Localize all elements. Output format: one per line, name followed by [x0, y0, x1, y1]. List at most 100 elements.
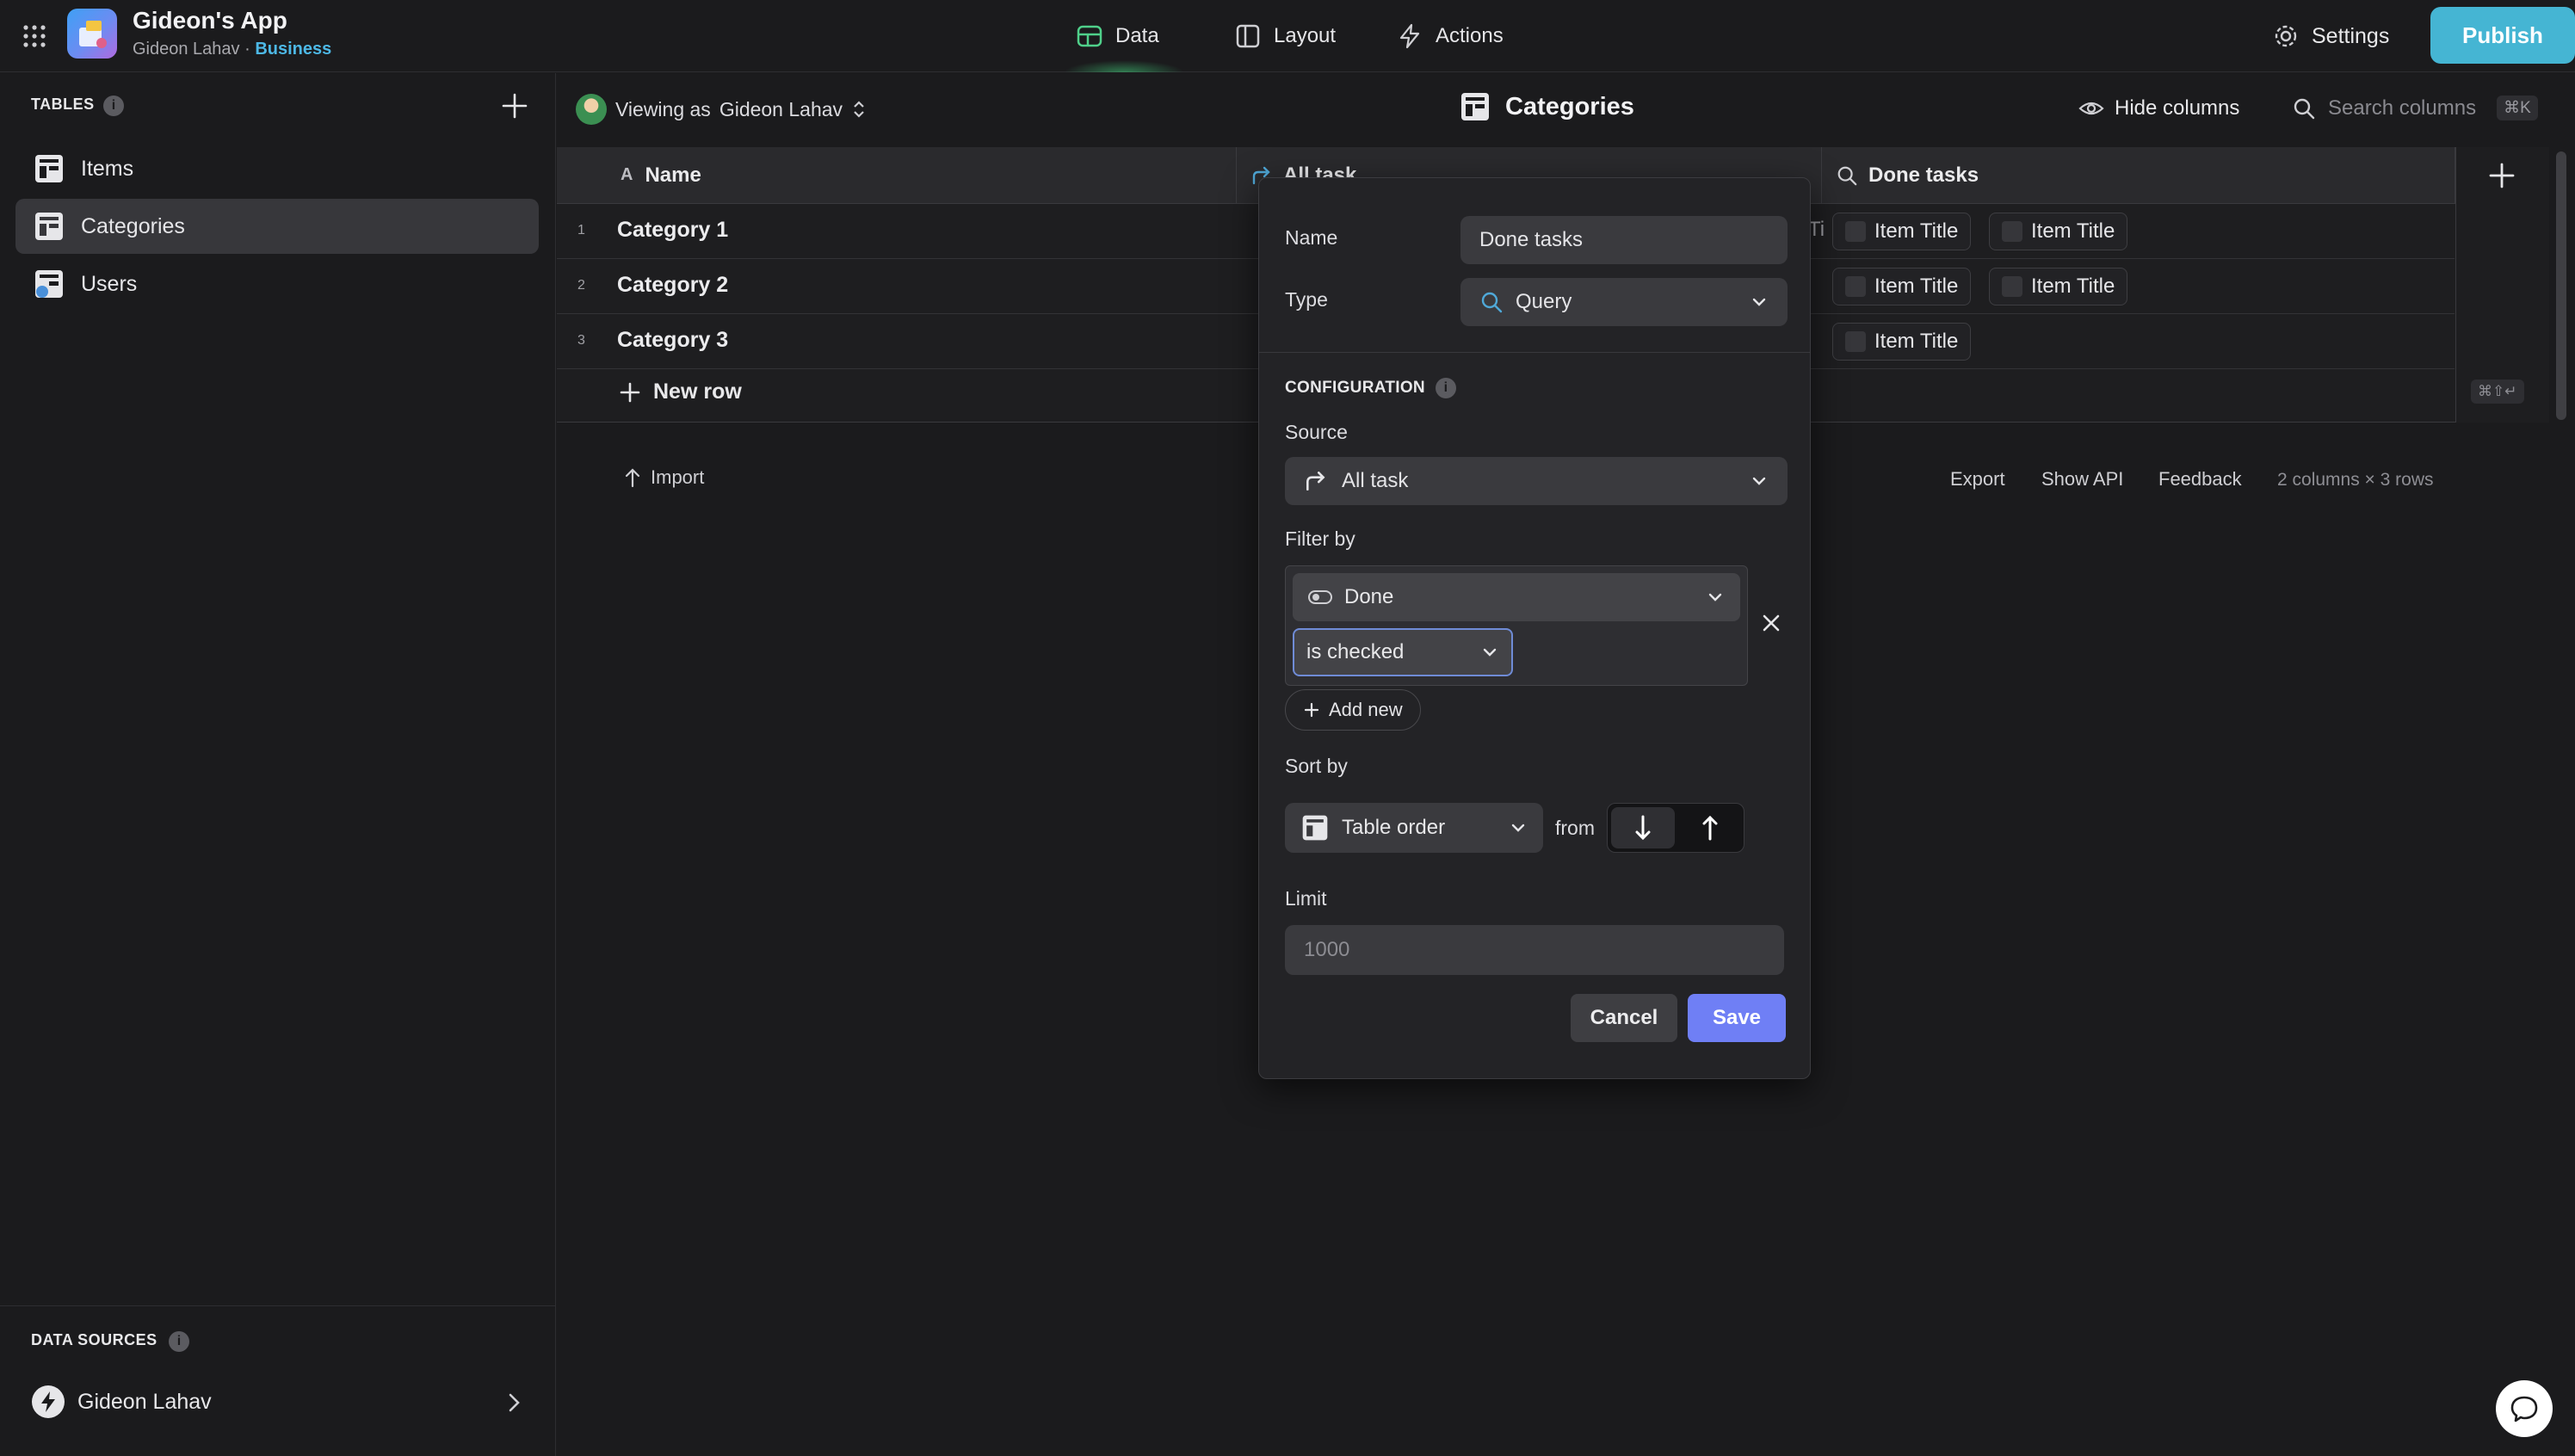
chevron-right-icon[interactable] [501, 1390, 527, 1416]
configuration-heading: CONFIGURATION i [1285, 378, 1456, 398]
tables-info-icon[interactable]: i [103, 96, 124, 116]
row-number: 1 [577, 223, 585, 238]
filter-operator-value: is checked [1306, 640, 1405, 663]
data-source-item[interactable]: Gideon Lahav [31, 1385, 212, 1419]
viewing-as-selector[interactable]: Viewing as Gideon Lahav [576, 94, 867, 125]
tab-actions[interactable]: Actions [1396, 17, 1504, 55]
app-subtitle-separator: · [244, 40, 250, 59]
search-icon [2294, 98, 2315, 119]
search-icon [1837, 166, 1857, 185]
row-name-cell[interactable]: Category 1 [617, 218, 728, 243]
sort-direction-toggle [1607, 803, 1744, 853]
app-owner: Gideon Lahav [133, 40, 240, 59]
vertical-scrollbar[interactable] [2556, 151, 2566, 420]
item-thumbnail [2002, 221, 2022, 242]
data-source-label: Gideon Lahav [77, 1389, 212, 1414]
tab-data-label: Data [1115, 24, 1159, 47]
filter-operator-select[interactable]: is checked [1293, 628, 1513, 676]
sidebar-item-users[interactable]: Users [15, 256, 539, 312]
table-icon [1077, 25, 1102, 47]
export-link[interactable]: Export [1950, 468, 2005, 490]
source-label: Source [1285, 421, 1348, 443]
show-api-link[interactable]: Show API [2041, 468, 2123, 490]
gear-icon [2275, 25, 2297, 47]
item-chip-label: Item Title [1874, 275, 1959, 298]
table-icon [1461, 93, 1489, 120]
source-select[interactable]: All task [1285, 457, 1788, 505]
settings-button[interactable]: Settings [2272, 17, 2389, 55]
sort-ascending-button[interactable] [1678, 807, 1742, 848]
toggle-icon [1308, 590, 1332, 604]
chat-support-button[interactable] [2496, 1380, 2553, 1437]
filter-field-select[interactable]: Done [1293, 573, 1740, 621]
item-chip[interactable]: Item Title [1832, 323, 1972, 361]
import-button[interactable]: Import [623, 466, 704, 489]
item-chip[interactable]: Item Title [1989, 213, 2128, 250]
column-header-name[interactable]: A Name [557, 147, 1237, 204]
column-name-value: Done tasks [1479, 228, 1584, 251]
item-chip-label: Item Title [2031, 219, 2115, 243]
new-row-button[interactable]: New row [619, 379, 742, 404]
feedback-link[interactable]: Feedback [2158, 468, 2242, 490]
users-table-icon [35, 270, 63, 298]
tab-data[interactable]: Data [1076, 17, 1159, 55]
avatar [576, 94, 607, 125]
row-number: 2 [577, 278, 585, 293]
viewing-as-user: Gideon Lahav [719, 97, 843, 120]
column-name-input[interactable]: Done tasks [1460, 216, 1788, 264]
app-grid-icon[interactable] [21, 22, 48, 50]
table-icon [35, 213, 63, 240]
chevron-updown-icon [854, 101, 864, 118]
sidebar: TABLES i Items Categories Users DATA SOU… [0, 73, 556, 1456]
sort-field-select[interactable]: Table order [1285, 803, 1543, 853]
sidebar-item-items[interactable]: Items [15, 141, 539, 196]
sort-by-label: Sort by [1285, 755, 1348, 777]
data-sources-heading: DATA SOURCES [31, 1331, 157, 1348]
tab-layout[interactable]: Layout [1234, 17, 1336, 55]
item-chip[interactable]: Item Title [1832, 213, 1972, 250]
sort-descending-button[interactable] [1611, 807, 1675, 848]
app-logo[interactable] [67, 9, 117, 59]
add-filter-label: Add new [1329, 699, 1403, 720]
chevron-down-icon [1752, 298, 1766, 306]
table-icon [35, 155, 63, 182]
add-table-icon[interactable] [499, 90, 530, 121]
tables-heading: TABLES [31, 96, 95, 113]
column-header-done-tasks[interactable]: Done tasks [1822, 147, 2455, 204]
item-thumbnail [1845, 276, 1866, 297]
hide-columns-button[interactable]: Hide columns [2078, 96, 2239, 121]
data-sources-info-icon[interactable]: i [169, 1331, 189, 1352]
row-name-cell[interactable]: Category 3 [617, 328, 728, 353]
app-subtitle: Gideon Lahav · Business [133, 40, 331, 59]
save-button[interactable]: Save [1688, 994, 1786, 1042]
filter-by-label: Filter by [1285, 527, 1355, 550]
sidebar-item-label: Items [81, 156, 134, 181]
column-header-label: Done tasks [1868, 163, 1979, 187]
page-title: Categories [1459, 90, 1634, 123]
add-filter-button[interactable]: Add new [1285, 689, 1421, 731]
glide-logo-icon [32, 1385, 65, 1418]
add-column-icon[interactable] [2487, 161, 2516, 190]
chevron-down-icon [1511, 824, 1525, 832]
keyboard-shortcut-hint: ⌘⇧↵ [2471, 379, 2524, 404]
active-tab-indicator [1064, 60, 1184, 72]
item-chip[interactable]: Item Title [1832, 268, 1972, 305]
hide-columns-label: Hide columns [2115, 96, 2240, 120]
column-header-label: Name [645, 163, 701, 187]
arrow-up-icon [625, 468, 640, 488]
search-columns-input[interactable]: Search columns ⌘K [2292, 96, 2538, 120]
sidebar-item-categories[interactable]: Categories [15, 199, 539, 254]
new-row-label: New row [653, 379, 742, 404]
sort-field-value: Table order [1342, 816, 1446, 839]
plan-badge: Business [255, 40, 332, 59]
remove-filter-icon[interactable] [1760, 612, 1782, 634]
cancel-button[interactable]: Cancel [1571, 994, 1677, 1042]
publish-button[interactable]: Publish [2430, 7, 2575, 64]
limit-input[interactable]: 1000 [1285, 925, 1784, 975]
type-select[interactable]: Query [1460, 278, 1788, 326]
configuration-info-icon[interactable]: i [1435, 378, 1456, 398]
lightning-icon [1399, 23, 1420, 49]
row-name-cell[interactable]: Category 2 [617, 273, 728, 298]
item-chip[interactable]: Item Title [1989, 268, 2128, 305]
tab-layout-label: Layout [1274, 24, 1337, 47]
